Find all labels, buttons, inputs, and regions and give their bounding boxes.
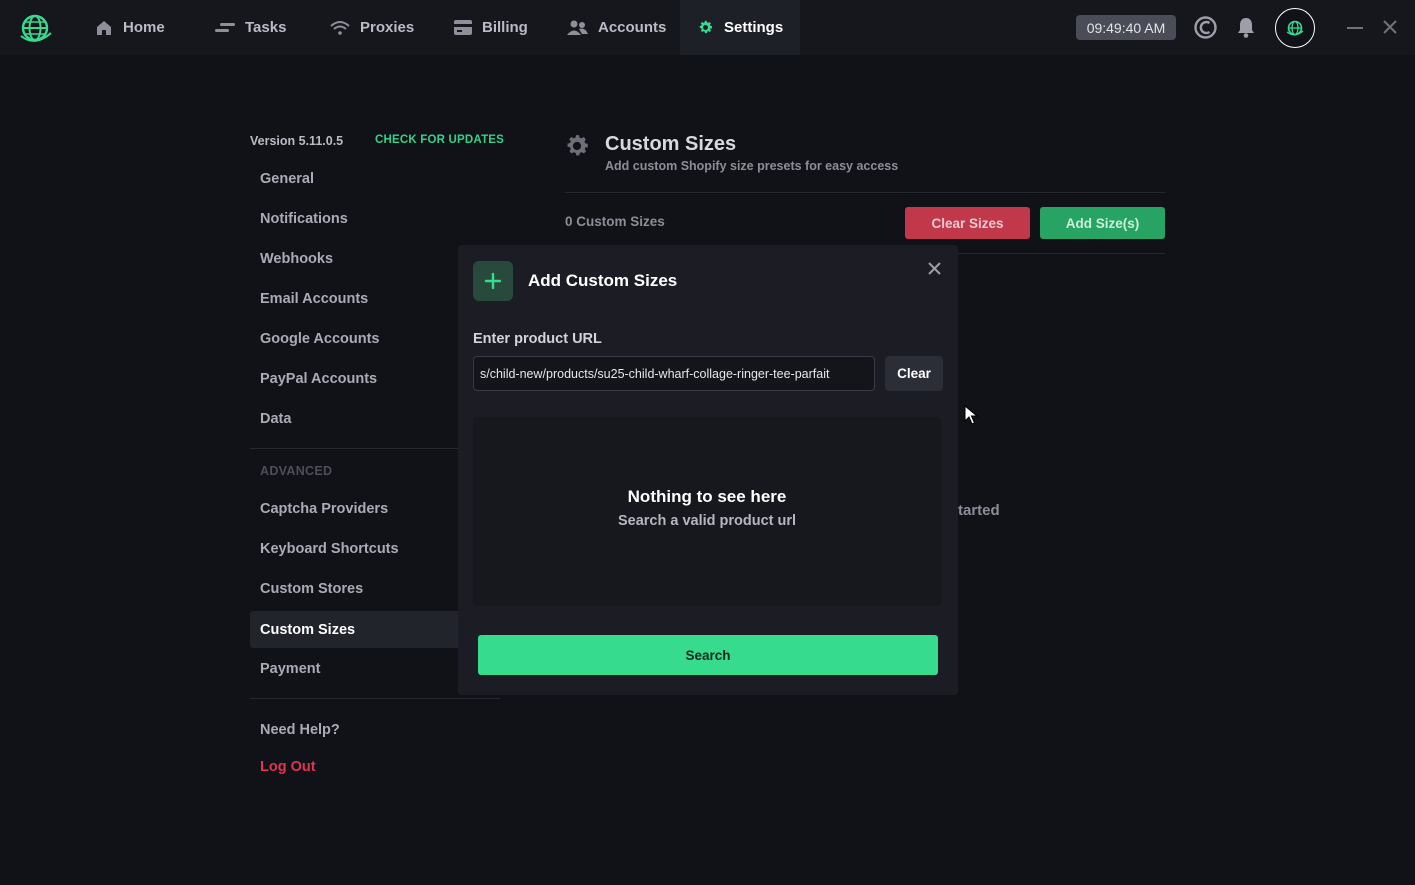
add-custom-sizes-modal: Add Custom Sizes Enter product URL Clear… [458, 245, 958, 695]
bell-icon[interactable] [1236, 16, 1256, 38]
page-subtitle: Add custom Shopify size presets for easy… [605, 159, 899, 173]
empty-state-subtitle: Search a valid product url [617, 513, 797, 529]
results-empty-state: Nothing to see here Search a valid produ… [473, 417, 941, 606]
plus-icon [473, 261, 513, 301]
search-button[interactable]: Search [478, 635, 938, 675]
nav-tasks-label: Tasks [245, 19, 287, 36]
home-icon [97, 20, 111, 35]
avatar[interactable] [1275, 8, 1315, 48]
main-divider [565, 192, 1165, 193]
sidebar-item-general[interactable]: General [250, 160, 500, 197]
nav-home[interactable]: Home [95, 0, 165, 55]
nav-tasks[interactable]: Tasks [215, 0, 286, 55]
users-icon [567, 20, 588, 35]
top-bar: Home Tasks Proxies Billing Accounts Sett… [0, 0, 1415, 55]
globe-logo-icon[interactable] [18, 11, 52, 45]
nav-proxies-label: Proxies [360, 19, 415, 36]
settings-gear-icon [567, 135, 588, 156]
url-label: Enter product URL [473, 331, 602, 347]
close-window-icon[interactable] [1380, 17, 1400, 37]
check-updates-link[interactable]: CHECK FOR UPDATES [375, 134, 504, 146]
nav-settings[interactable]: Settings [680, 0, 800, 55]
logout-link[interactable]: Log Out [250, 748, 500, 785]
version-label: Version 5.11.0.5 [250, 134, 344, 148]
background-text: tarted [958, 502, 1000, 519]
nav-billing[interactable]: Billing [454, 0, 528, 55]
nav-settings-label: Settings [724, 19, 784, 36]
sidebar-section-advanced: ADVANCED [260, 464, 333, 478]
sidebar-divider [250, 698, 500, 699]
gear-icon [699, 20, 713, 34]
capsolver-icon[interactable] [1194, 16, 1217, 39]
nav-accounts-label: Accounts [598, 19, 667, 36]
globe-avatar-icon [1286, 20, 1304, 36]
empty-state-title: Nothing to see here [627, 487, 787, 506]
minimize-icon[interactable] [1345, 17, 1365, 37]
card-icon [454, 20, 472, 35]
clear-sizes-button[interactable]: Clear Sizes [905, 207, 1030, 239]
wifi-icon [330, 20, 350, 35]
tasks-icon [215, 22, 235, 32]
add-sizes-button[interactable]: Add Size(s) [1040, 207, 1165, 239]
modal-title: Add Custom Sizes [528, 271, 678, 290]
page-title: Custom Sizes [605, 133, 737, 155]
nav-home-label: Home [123, 19, 165, 36]
custom-sizes-count: 0 Custom Sizes [565, 214, 665, 229]
clock-badge: 09:49:40 AM [1076, 15, 1176, 40]
nav-proxies[interactable]: Proxies [330, 0, 414, 55]
sidebar-item-need-help[interactable]: Need Help? [250, 711, 500, 748]
nav-accounts[interactable]: Accounts [567, 0, 666, 55]
close-icon[interactable] [924, 258, 944, 278]
nav-billing-label: Billing [482, 19, 528, 36]
clear-url-button[interactable]: Clear [885, 356, 943, 391]
product-url-input[interactable] [473, 356, 875, 391]
sidebar-item-notifications[interactable]: Notifications [250, 200, 500, 237]
mouse-cursor-icon [964, 405, 978, 425]
